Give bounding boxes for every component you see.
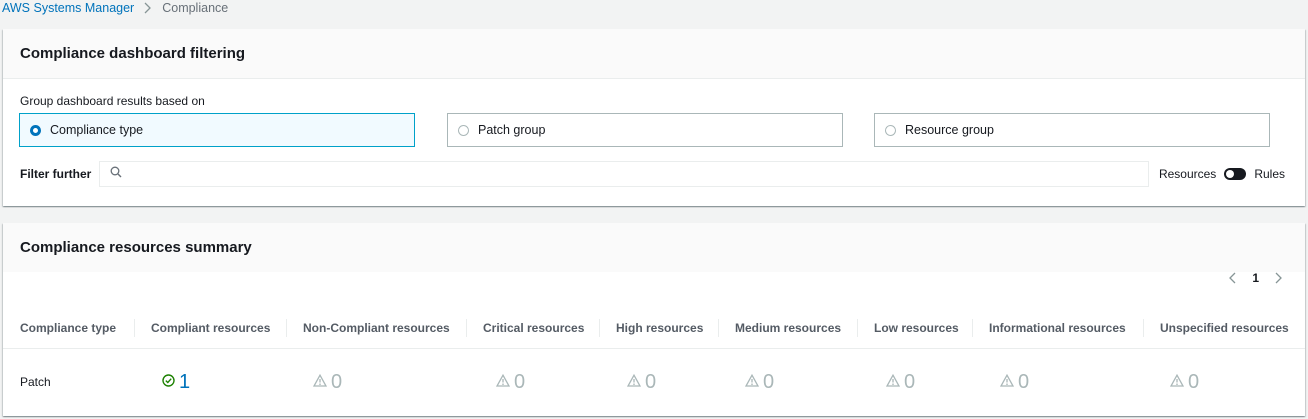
search-box[interactable] [99,161,1150,187]
warning-icon [744,373,760,390]
radio-compliance-type[interactable]: Compliance type [19,113,415,147]
resources-rules-toggle[interactable] [1224,168,1247,180]
search-input[interactable] [128,162,1149,186]
chevron-left-icon[interactable] [1228,272,1236,284]
compliant-count-link[interactable]: 1 [179,371,190,394]
col-low[interactable]: Low resources [857,307,972,348]
page-number[interactable]: 1 [1252,271,1259,285]
cell-compliance-type: Patch [20,375,51,389]
unspecified-count: 0 [1188,370,1200,393]
col-medium[interactable]: Medium resources [718,307,857,348]
filtering-panel-title: Compliance dashboard filtering [3,29,1305,79]
non-compliant-count: 0 [331,370,343,393]
radio-label: Resource group [905,123,994,137]
radio-unselected-icon [885,124,896,136]
summary-panel-title: Compliance resources summary [3,223,1305,272]
table-row: Patch 1 0 0 0 0 0 0 0 [3,349,1305,415]
group-label: Group dashboard results based on [20,94,205,108]
warning-icon [885,373,901,390]
cell-low: 0 [857,349,972,415]
low-count: 0 [904,370,916,393]
breadcrumb-root-link[interactable]: AWS Systems Manager [2,1,134,15]
table-header-row: Compliance type Compliant resources Non-… [3,307,1305,349]
radio-label: Compliance type [50,123,144,137]
summary-panel: Compliance resources summary 1 Complianc… [3,223,1305,416]
col-compliant[interactable]: Compliant resources [134,307,286,348]
radio-patch-group[interactable]: Patch group [447,113,843,147]
cell-high: 0 [599,349,718,415]
breadcrumb: AWS Systems Manager Compliance [2,0,228,16]
col-critical[interactable]: Critical resources [466,307,599,348]
radio-label: Patch group [478,123,546,137]
toggle-label-resources: Resources [1158,167,1217,181]
pagination: 1 [1228,271,1283,285]
informational-count: 0 [1018,370,1030,393]
cell-unspecified: 0 [1143,349,1303,415]
col-compliance-type[interactable]: Compliance type [3,307,134,348]
radio-selected-icon [30,124,41,136]
warning-icon [312,373,328,390]
check-circle-icon [162,374,175,390]
high-count: 0 [645,370,657,393]
cell-informational: 0 [972,349,1143,415]
filter-row: Filter further Resources Rules [20,160,1285,188]
resources-rules-toggle-group: Resources Rules [1159,167,1285,181]
search-icon [110,165,122,183]
filter-further-label: Filter further [20,167,92,181]
warning-icon [1169,373,1185,390]
cell-critical: 0 [466,349,599,415]
summary-table: Compliance type Compliant resources Non-… [3,307,1305,415]
critical-count: 0 [514,370,526,393]
warning-icon [626,373,642,390]
cell-non-compliant: 0 [286,349,466,415]
cell-medium: 0 [718,349,857,415]
radio-resource-group[interactable]: Resource group [874,113,1270,147]
filtering-panel: Compliance dashboard filtering Group das… [3,29,1305,206]
chevron-right-icon [144,2,152,14]
radio-unselected-icon [458,124,469,136]
chevron-right-icon[interactable] [1275,272,1283,284]
col-informational[interactable]: Informational resources [972,307,1143,348]
col-high[interactable]: High resources [599,307,718,348]
medium-count: 0 [763,370,775,393]
cell-compliant[interactable]: 1 [134,349,286,415]
col-unspecified[interactable]: Unspecified resources [1143,307,1303,348]
warning-icon [999,373,1015,390]
toggle-label-rules: Rules [1254,167,1285,181]
breadcrumb-current: Compliance [162,1,229,15]
warning-icon [495,373,511,390]
col-non-compliant[interactable]: Non-Compliant resources [286,307,466,348]
